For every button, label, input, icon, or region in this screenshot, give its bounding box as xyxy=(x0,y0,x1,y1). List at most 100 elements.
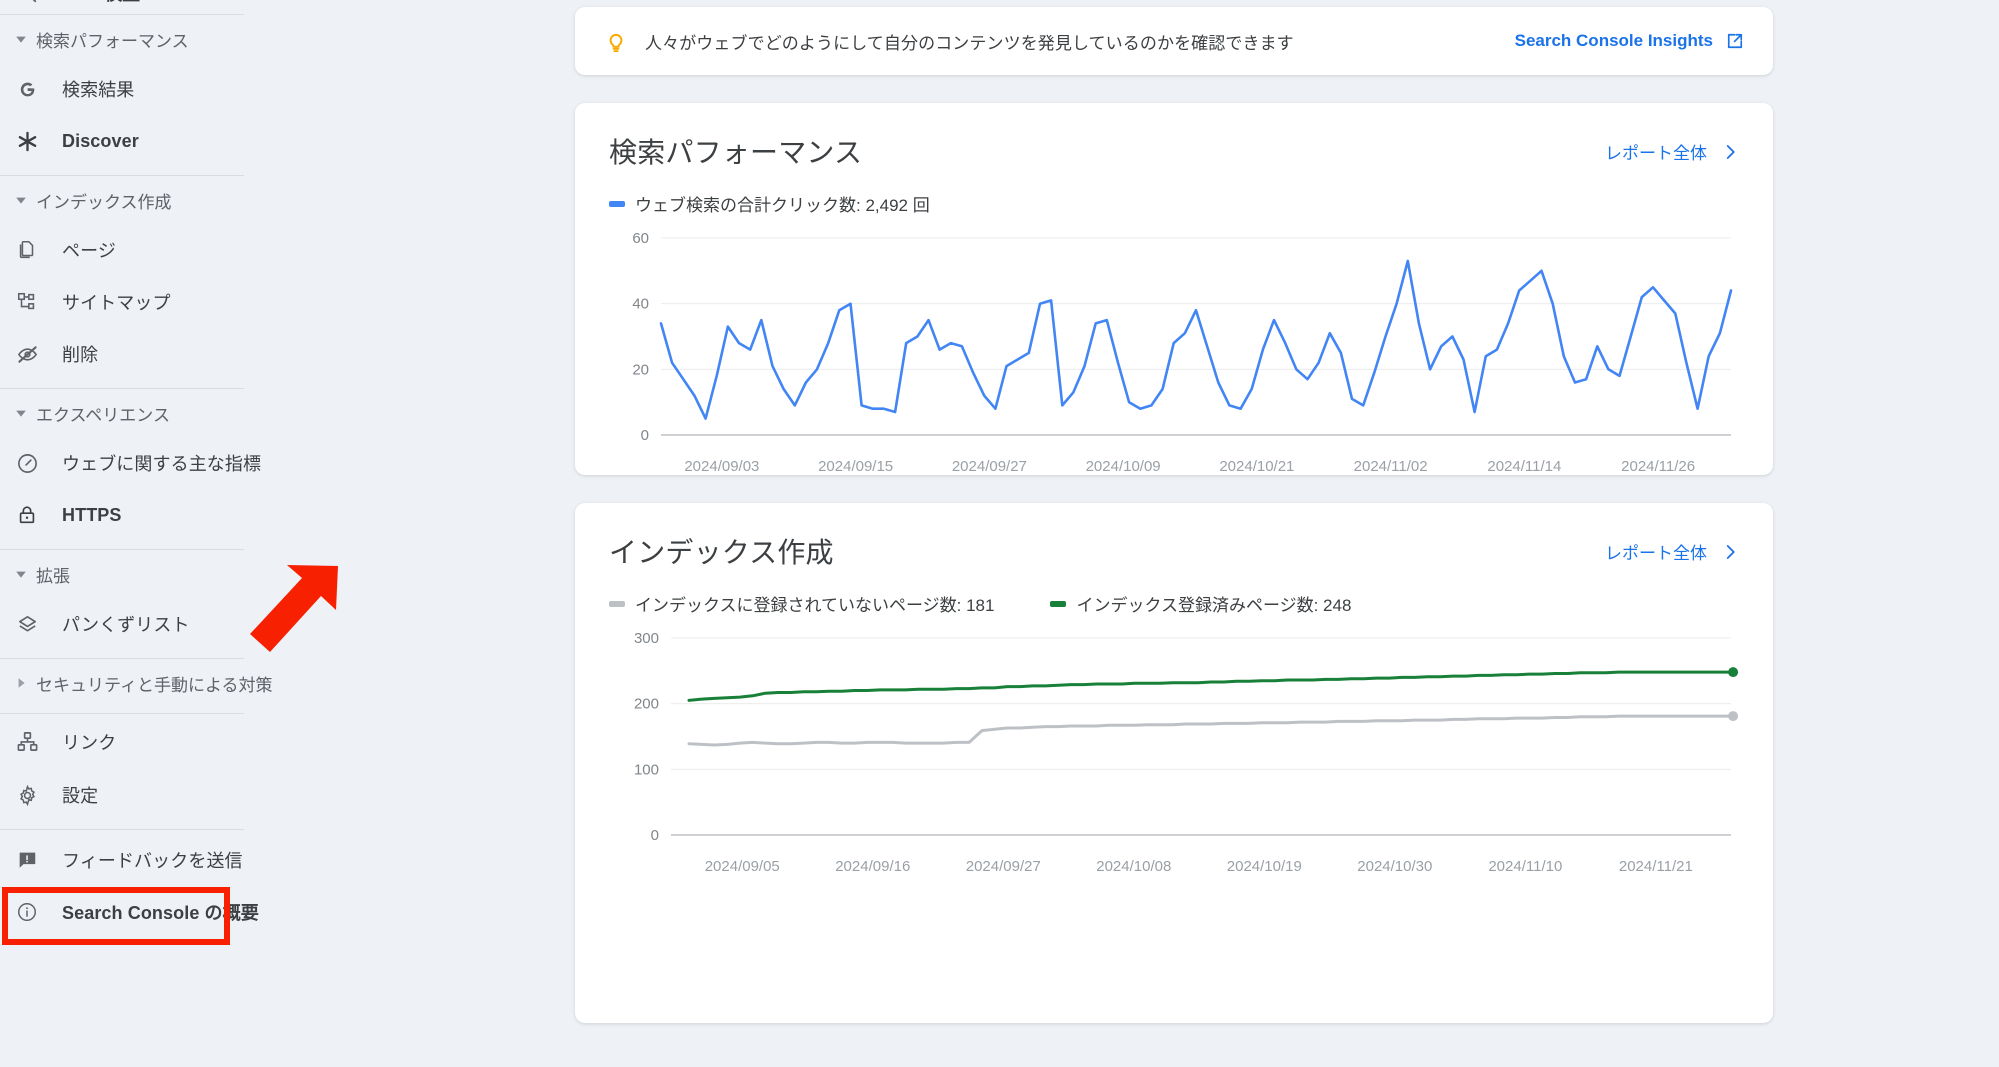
card-header: インデックス作成 レポート全体 xyxy=(609,531,1739,571)
sidebar-section-experience[interactable]: エクスペリエンス xyxy=(0,389,310,437)
discover-asterisk-icon xyxy=(16,129,46,153)
sidebar-item-label: Discover xyxy=(62,130,139,151)
sidebar-item-label: ウェブに関する主な指標 xyxy=(62,454,262,474)
search-console-insights-link[interactable]: Search Console Insights xyxy=(1515,31,1745,51)
legend-label: ウェブ検索の合計クリック数: 2,492 回 xyxy=(635,196,930,215)
search-icon xyxy=(16,0,46,5)
svg-text:2024/09/27: 2024/09/27 xyxy=(966,858,1041,875)
google-g-icon xyxy=(16,77,46,101)
performance-legend: ウェブ検索の合計クリック数: 2,492 回 xyxy=(609,191,1739,216)
report-link-label: レポート全体 xyxy=(1605,144,1707,163)
sidebar-item-discover[interactable]: Discover xyxy=(0,115,310,167)
sidebar-item-send-feedback[interactable]: フィードバックを送信 xyxy=(0,834,310,886)
info-icon xyxy=(16,900,46,924)
svg-text:0: 0 xyxy=(651,827,659,844)
sidebar-item-label: フィードバックを送信 xyxy=(62,851,243,871)
svg-text:2024/11/26: 2024/11/26 xyxy=(1621,458,1695,475)
page-title: インデックス作成 xyxy=(609,537,834,568)
svg-text:20: 20 xyxy=(632,361,649,378)
sidebar-item-label: リンク xyxy=(62,732,117,753)
sidebar-section-label: セキュリティと手動による対策 xyxy=(36,675,273,695)
legend-item: インデックス登録済みページ数: 248 xyxy=(1050,591,1351,616)
layers-icon xyxy=(16,612,46,636)
indexing-card: インデックス作成 レポート全体 インデックスに登録されていないページ数: 181… xyxy=(575,503,1773,1023)
sidebar-item-label: 設定 xyxy=(62,786,99,806)
svg-text:60: 60 xyxy=(632,230,649,247)
svg-text:2024/09/05: 2024/09/05 xyxy=(705,858,780,875)
sidebar-item-label: HTTPS xyxy=(62,504,122,525)
caret-down-icon xyxy=(10,33,32,45)
insights-message: 人々がウェブでどのようにして自分のコンテンツを発見しているのかを確認できます xyxy=(645,33,1294,53)
search-console-insights-banner: 人々がウェブでどのようにして自分のコンテンツを発見しているのかを確認できます S… xyxy=(575,7,1773,75)
svg-text:2024/09/27: 2024/09/27 xyxy=(952,458,1027,475)
legend-item: インデックスに登録されていないページ数: 181 xyxy=(609,591,994,616)
chevron-right-icon xyxy=(1721,543,1739,561)
sidebar-item-about-search-console[interactable]: Search Console の概要 xyxy=(0,886,310,938)
caret-right-icon xyxy=(10,677,32,689)
sidebar-section-label: 検索パフォーマンス xyxy=(36,31,189,51)
full-report-link-performance[interactable]: レポート全体 xyxy=(1605,131,1739,164)
external-link-icon xyxy=(1725,31,1745,51)
svg-text:2024/10/09: 2024/10/09 xyxy=(1086,458,1161,475)
svg-text:2024/09/03: 2024/09/03 xyxy=(684,458,759,475)
caret-down-icon xyxy=(10,407,32,419)
report-link-label: レポート全体 xyxy=(1605,544,1707,563)
svg-text:200: 200 xyxy=(634,696,659,713)
legend-swatch-clicks xyxy=(609,200,625,207)
svg-text:2024/11/14: 2024/11/14 xyxy=(1487,458,1561,475)
sidebar-item-sitemaps[interactable]: サイトマップ xyxy=(0,276,310,328)
insights-link-label: Search Console Insights xyxy=(1514,31,1713,50)
svg-text:2024/11/10: 2024/11/10 xyxy=(1488,858,1562,875)
sidebar-item-search-results[interactable]: 検索結果 xyxy=(0,63,310,115)
sidebar-item-links[interactable]: リンク xyxy=(0,714,310,769)
indexing-chart[interactable]: 0 100 200 300 2024/09/05 2024/09/16 2024/09/2… xyxy=(609,630,1739,887)
sidebar-item-label: 検索結果 xyxy=(62,80,135,100)
sidebar: URL 検査 検索パフォーマンス 検索結果 xyxy=(0,0,310,1067)
svg-text:2024/10/19: 2024/10/19 xyxy=(1227,858,1302,875)
sidebar-section-search-performance[interactable]: 検索パフォーマンス xyxy=(0,15,310,63)
lock-icon xyxy=(16,503,46,527)
main-content: 人々がウェブでどのようにして自分のコンテンツを発見しているのかを確認できます S… xyxy=(310,0,1999,1067)
full-report-link-indexing[interactable]: レポート全体 xyxy=(1605,531,1739,564)
sidebar-item-pages[interactable]: ページ xyxy=(0,224,310,276)
sidebar-section-indexing[interactable]: インデックス作成 xyxy=(0,176,310,224)
svg-text:40: 40 xyxy=(632,296,649,313)
sidebar-item-removals[interactable]: 削除 xyxy=(0,328,310,380)
speedometer-icon xyxy=(16,451,46,475)
sidebar-item-label: URL 検査 xyxy=(62,0,140,6)
sidebar-item-label: パンくずリスト xyxy=(62,615,190,635)
lightbulb-icon xyxy=(601,28,631,54)
sidebar-item-settings[interactable]: 設定 xyxy=(0,769,310,821)
card-header: 検索パフォーマンス レポート全体 xyxy=(609,131,1739,171)
sidebar-item-label: サイトマップ xyxy=(62,293,171,313)
feedback-icon xyxy=(16,848,46,872)
sidebar-section-label: 拡張 xyxy=(36,566,70,586)
sidebar-section-security-manual-actions[interactable]: セキュリティと手動による対策 xyxy=(0,659,310,707)
legend-item: ウェブ検索の合計クリック数: 2,492 回 xyxy=(609,191,930,216)
chevron-right-icon xyxy=(1721,143,1739,161)
search-console-page: URL 検査 検索パフォーマンス 検索結果 xyxy=(0,0,1999,1067)
svg-text:300: 300 xyxy=(634,630,659,647)
svg-text:2024/10/30: 2024/10/30 xyxy=(1357,858,1432,875)
caret-down-icon xyxy=(10,194,32,206)
svg-text:100: 100 xyxy=(634,761,659,778)
sidebar-item-https[interactable]: HTTPS xyxy=(0,489,310,541)
indexing-legend: インデックスに登録されていないページ数: 181 インデックス登録済みページ数:… xyxy=(609,591,1739,616)
links-icon xyxy=(16,730,46,754)
eye-off-icon xyxy=(16,342,46,366)
sidebar-item-breadcrumbs[interactable]: パンくずリスト xyxy=(0,598,310,650)
sidebar-section-label: エクスペリエンス xyxy=(36,405,170,425)
sidebar-item-label: 削除 xyxy=(62,345,99,365)
search-performance-chart[interactable]: 0 20 40 60 2024/09/03 2024/09/15 2024/09/27 20… xyxy=(609,230,1739,487)
legend-label: インデックスに登録されていないページ数: 181 xyxy=(635,596,995,615)
sidebar-item-label: Search Console の概要 xyxy=(62,903,259,923)
sidebar-item-core-web-vitals[interactable]: ウェブに関する主な指標 xyxy=(0,437,310,489)
legend-label: インデックス登録済みページ数: 248 xyxy=(1076,596,1352,615)
svg-text:0: 0 xyxy=(641,427,649,444)
page-title: 検索パフォーマンス xyxy=(609,137,863,168)
sidebar-item-label: ページ xyxy=(62,241,116,261)
sidebar-section-enhancements[interactable]: 拡張 xyxy=(0,550,310,598)
gear-icon xyxy=(16,783,46,807)
pages-icon xyxy=(16,238,46,262)
sidebar-section-label: インデックス作成 xyxy=(36,192,172,212)
